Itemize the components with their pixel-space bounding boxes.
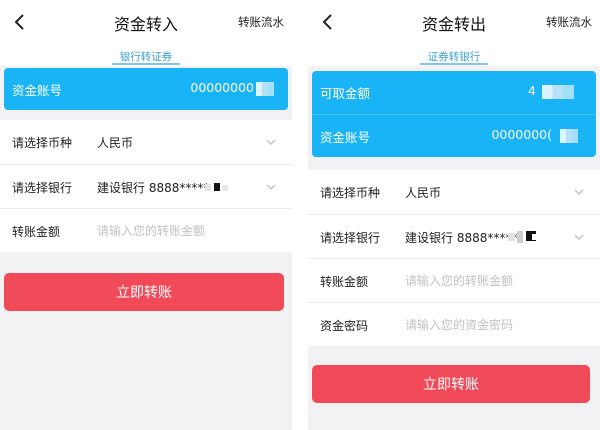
transfer-in-screen: 资金转入 转账流水 银行转证券 资金账号 00000000 请选择币种 人民币 … <box>0 0 292 430</box>
submit-transfer-button[interactable]: 立即转账 <box>4 273 284 311</box>
currency-label: 请选择币种 <box>320 186 381 200</box>
amount-row: 转账金额 <box>0 208 292 252</box>
chevron-down-icon <box>266 184 276 191</box>
withdrawable-value: 4 <box>528 83 536 98</box>
direction-underline <box>112 63 180 65</box>
bank-label: 请选择银行 <box>12 181 73 195</box>
back-arrow-icon[interactable] <box>316 8 338 36</box>
bank-select[interactable]: 请选择银行 建设银行 8888***** <box>0 164 292 208</box>
amount-row: 转账金额 <box>308 258 600 302</box>
bank-value: 建设银行 8888***** <box>97 181 210 195</box>
amount-input[interactable] <box>405 269 575 293</box>
transfer-form: 请选择币种 人民币 请选择银行 建设银行 8888***** 转账金额 资金密码 <box>308 170 600 346</box>
redaction-mosaic <box>560 129 578 143</box>
bank-value: 建设银行 8888***** <box>405 231 518 245</box>
nav-bar: 资金转出 转账流水 <box>308 0 600 46</box>
back-arrow-icon[interactable] <box>8 8 30 36</box>
direction-header: 证券转银行 <box>308 46 600 66</box>
redaction-mosaic <box>205 183 228 191</box>
password-label: 资金密码 <box>320 319 369 333</box>
account-value: 0000000( <box>491 127 552 142</box>
chevron-down-icon <box>574 234 584 241</box>
bank-select[interactable]: 请选择银行 建设银行 8888***** <box>308 214 600 258</box>
account-card: 可取金额 4 资金账号 0000000( <box>312 71 596 157</box>
direction-label: 银行转证券 <box>119 51 173 63</box>
redaction-mosaic <box>542 85 574 99</box>
redaction-mosaic <box>508 231 538 243</box>
currency-select[interactable]: 请选择币种 人民币 <box>0 120 292 164</box>
currency-value: 人民币 <box>405 186 442 200</box>
amount-label: 转账金额 <box>12 225 61 239</box>
submit-transfer-button[interactable]: 立即转账 <box>312 365 590 403</box>
amount-label: 转账金额 <box>320 275 369 289</box>
currency-value: 人民币 <box>97 136 134 150</box>
nav-bar: 资金转入 转账流水 <box>0 0 292 46</box>
account-label: 资金账号 <box>320 130 371 145</box>
withdrawable-label: 可取金额 <box>320 86 371 101</box>
currency-label: 请选择币种 <box>12 136 73 150</box>
transfer-out-screen: 资金转出 转账流水 证券转银行 可取金额 4 资金账号 0000000( 请选择… <box>308 0 600 430</box>
amount-input[interactable] <box>97 219 267 243</box>
transfer-form: 请选择币种 人民币 请选择银行 建设银行 8888***** 转账金额 <box>0 120 292 252</box>
transfer-history-link[interactable]: 转账流水 <box>238 14 284 30</box>
direction-underline <box>420 63 488 65</box>
direction-header: 银行转证券 <box>0 46 292 66</box>
password-input[interactable] <box>405 313 575 337</box>
password-row: 资金密码 <box>308 302 600 346</box>
account-card: 资金账号 00000000 <box>4 68 288 110</box>
account-row: 资金账号 0000000( <box>312 114 596 156</box>
chevron-down-icon <box>574 189 584 196</box>
bank-label: 请选择银行 <box>320 231 381 245</box>
redaction-mosaic <box>256 82 274 96</box>
account-row: 资金账号 00000000 <box>4 68 288 110</box>
transfer-history-link[interactable]: 转账流水 <box>546 14 592 30</box>
account-label: 资金账号 <box>12 83 63 98</box>
chevron-down-icon <box>266 139 276 146</box>
withdrawable-row: 可取金额 4 <box>312 71 596 113</box>
direction-label: 证券转银行 <box>427 51 481 63</box>
account-value: 00000000 <box>190 80 254 95</box>
currency-select[interactable]: 请选择币种 人民币 <box>308 170 600 214</box>
screen-divider <box>292 0 308 430</box>
